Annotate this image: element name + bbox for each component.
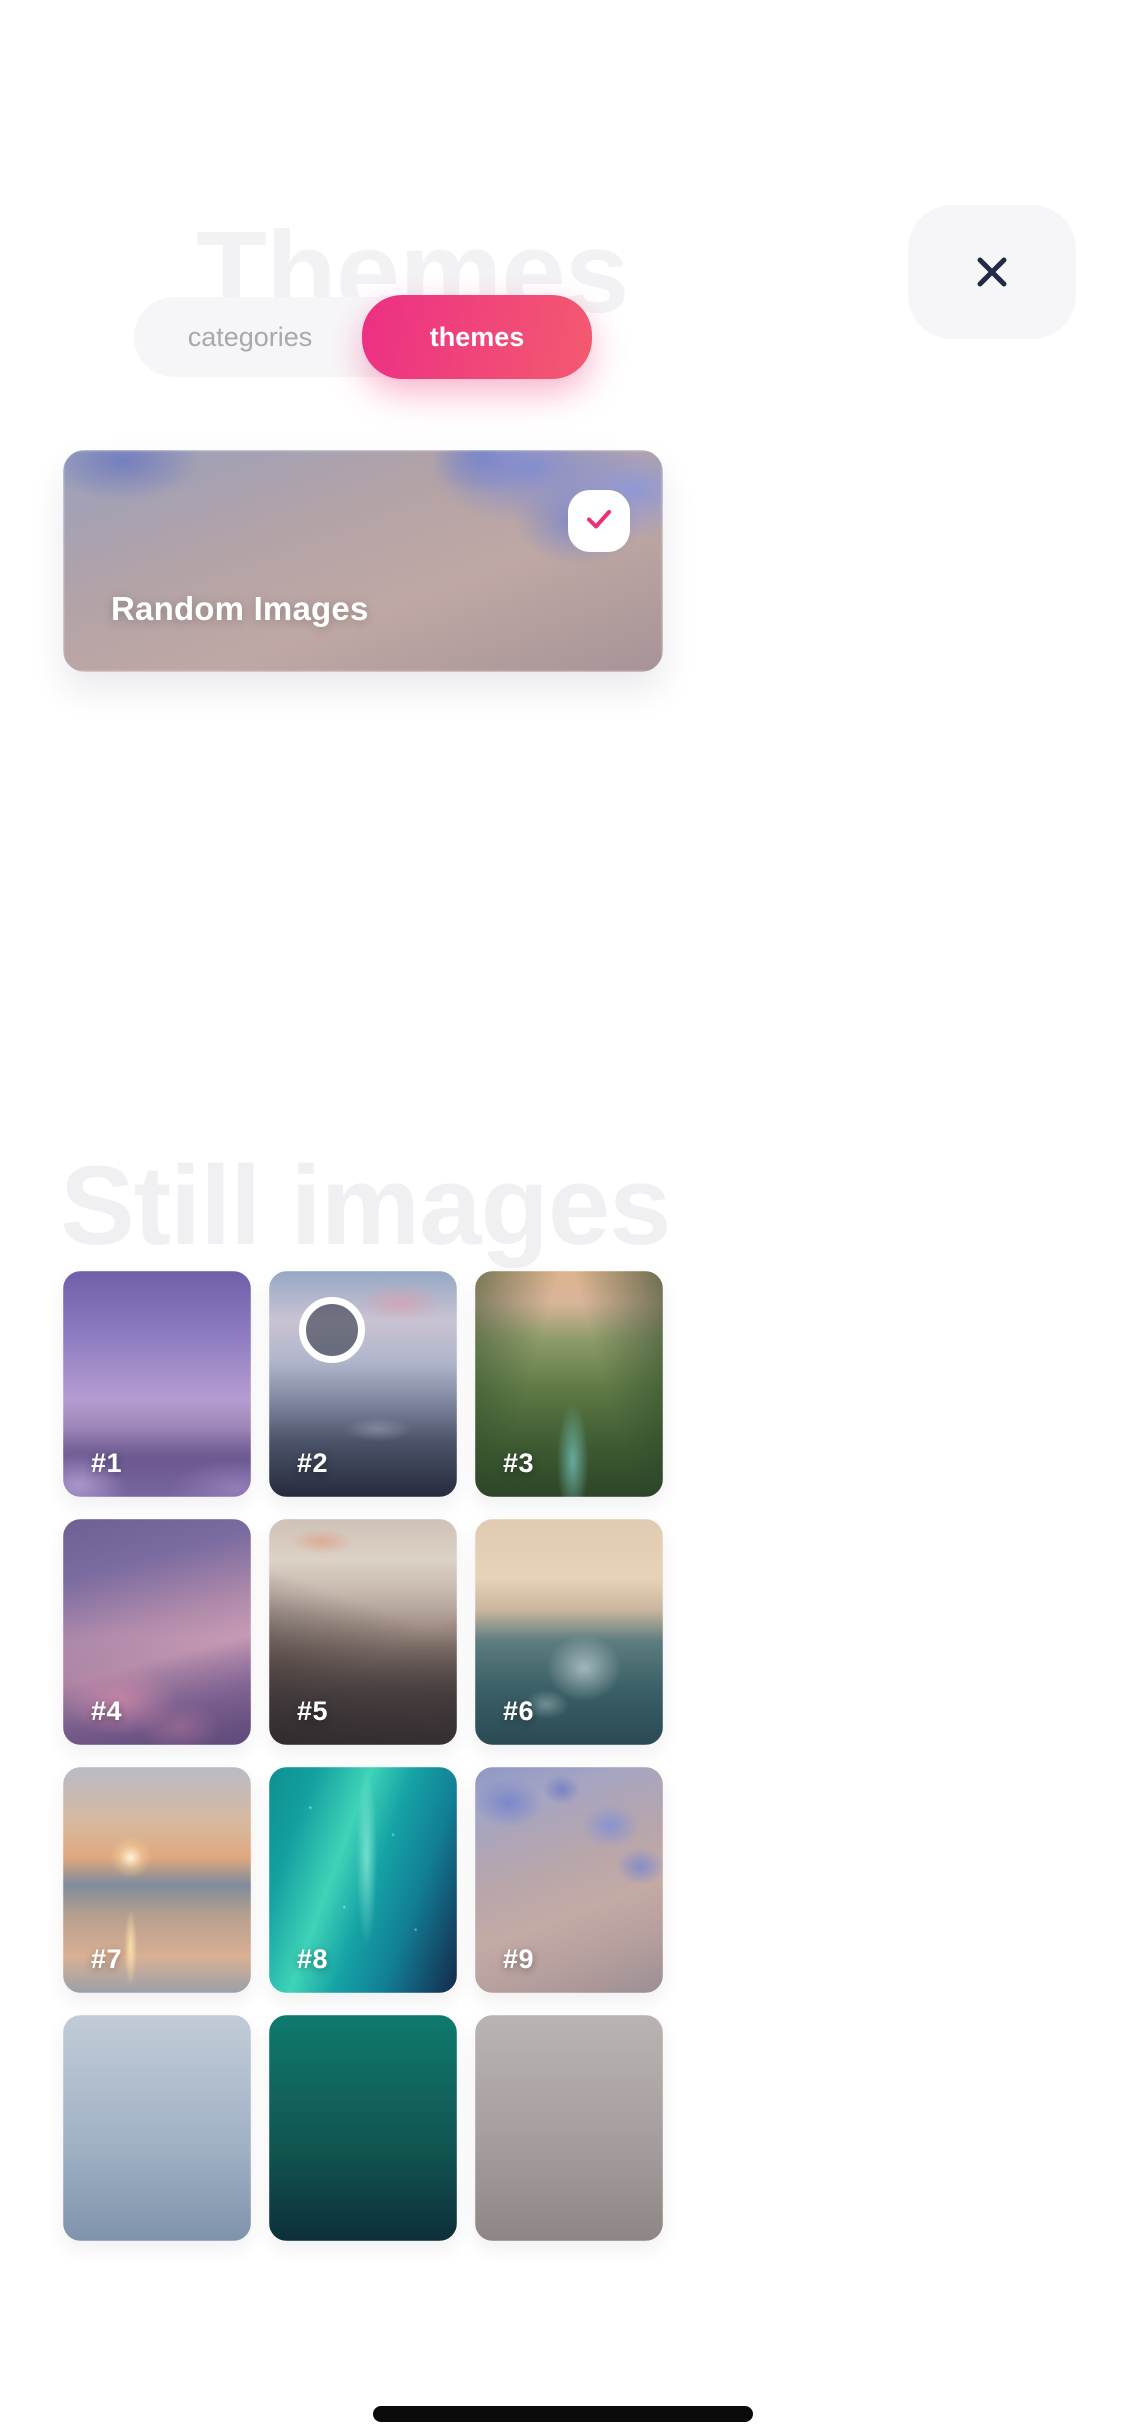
still-image-tile[interactable]: #9 (475, 1767, 663, 1993)
still-images-grid: #1 #2 #3 #4 #5 #6 #7 #8 #9 (63, 1271, 1063, 2241)
tile-label: #3 (503, 1448, 535, 1478)
still-image-tile[interactable]: #1 (63, 1271, 251, 1497)
home-indicator (373, 2406, 753, 2422)
tile-thumbnail (475, 2015, 663, 2241)
check-icon (582, 502, 616, 541)
tile-label: #7 (91, 1944, 123, 1974)
random-images-checkbox[interactable] (568, 490, 630, 552)
random-images-card[interactable]: Random Images (63, 450, 663, 672)
tile-label: #4 (91, 1696, 123, 1726)
themes-screen: Themes categories themes Random Images S… (0, 0, 1126, 2436)
random-images-thumbnail (63, 450, 663, 672)
still-image-tile[interactable] (475, 2015, 663, 2241)
tile-thumbnail (63, 2015, 251, 2241)
close-button[interactable] (908, 205, 1076, 339)
still-image-tile[interactable]: #6 (475, 1519, 663, 1745)
still-image-tile[interactable] (63, 2015, 251, 2241)
tile-label: #9 (503, 1944, 535, 1974)
close-icon (970, 250, 1014, 294)
loading-spinner-icon (299, 1297, 365, 1363)
still-image-tile[interactable]: #7 (63, 1767, 251, 1993)
still-image-tile[interactable]: #5 (269, 1519, 457, 1745)
tile-label: #1 (91, 1448, 123, 1478)
section-heading-ghost: Still images (60, 1143, 671, 1268)
still-image-tile[interactable]: #8 (269, 1767, 457, 1993)
tile-label: #5 (297, 1696, 329, 1726)
tab-themes[interactable]: themes (362, 295, 592, 379)
still-image-tile[interactable]: #4 (63, 1519, 251, 1745)
still-image-tile[interactable]: #3 (475, 1271, 663, 1497)
random-images-title: Random Images (111, 590, 369, 627)
still-image-tile[interactable] (269, 2015, 457, 2241)
tab-categories[interactable]: categories (134, 297, 366, 377)
still-image-tile[interactable]: #2 (269, 1271, 457, 1497)
tile-label: #6 (503, 1696, 535, 1726)
tile-label: #2 (297, 1448, 329, 1478)
segmented-control[interactable]: categories themes (134, 295, 592, 379)
tile-thumbnail (269, 2015, 457, 2241)
tile-label: #8 (297, 1944, 329, 1974)
